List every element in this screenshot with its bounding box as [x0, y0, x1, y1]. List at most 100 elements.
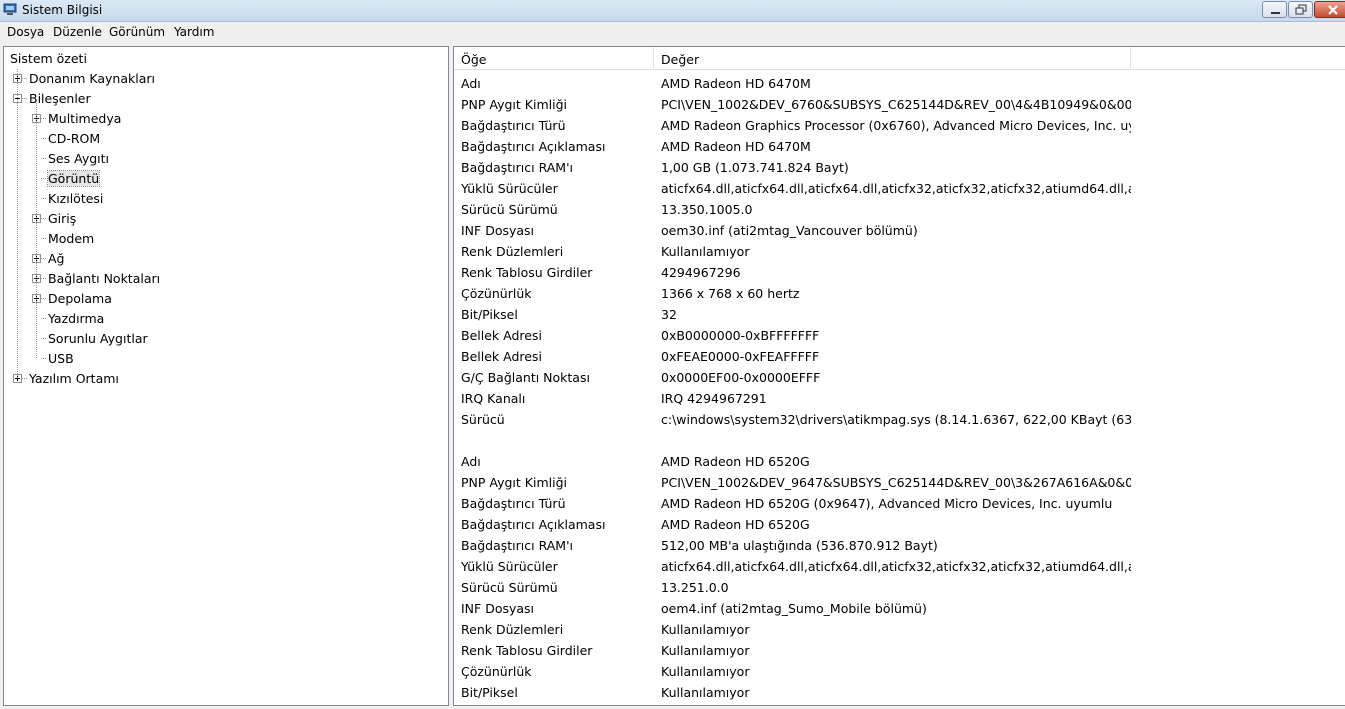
cell-value: 1366 x 768 x 60 hertz [661, 286, 800, 301]
table-row[interactable]: Bit/Piksel Kullanılamıyor [454, 682, 1344, 703]
cell-value: 0xFEAE0000-0xFEAFFFFF [661, 349, 820, 364]
tree-item-label: Sistem özeti [10, 51, 87, 66]
tree-item[interactable]: CD-ROM [4, 129, 444, 147]
cell-item: Bağdaştırıcı RAM'ı [461, 160, 574, 175]
cell-value: PCI\VEN_1002&DEV_9647&SUBSYS_C625144D&RE… [661, 475, 1131, 490]
cell-value: 4294967296 [661, 265, 741, 280]
table-row[interactable]: Çözünürlük 1366 x 768 x 60 hertz [454, 283, 1344, 304]
table-row[interactable]: Renk Düzlemleri Kullanılamıyor [454, 619, 1344, 640]
table-row[interactable]: Bağdaştırıcı Türü AMD Radeon HD 6520G (0x… [454, 493, 1344, 514]
table-row[interactable]: Bit/Piksel 32 [454, 304, 1344, 325]
cell-value: aticfx64.dll,aticfx64.dll,aticfx64.dll,a… [661, 559, 1131, 574]
table-row[interactable]: Bellek Adresi 0xB0000000-0xBFFFFFFF [454, 325, 1344, 346]
menu-file[interactable]: Dosya [7, 25, 44, 39]
cell-item: PNP Aygıt Kimliği [461, 97, 567, 112]
tree-connector-level1 [17, 69, 18, 378]
menu-bar: Dosya Düzenle Görünüm Yardım [0, 22, 1345, 42]
tree-item[interactable]: Kızılötesi [4, 189, 444, 207]
cell-item: Yüklü Sürücüler [461, 181, 558, 196]
title-bar: Sistem Bilgisi [0, 0, 1345, 22]
table-row[interactable]: Bağdaştırıcı RAM'ı 1,00 GB (1.073.741.824… [454, 157, 1344, 178]
tree-item-label: Ağ [48, 251, 65, 266]
table-row[interactable]: Bağdaştırıcı Türü AMD Radeon Graphics Pro… [454, 115, 1344, 136]
cell-item: Renk Tablosu Girdiler [461, 265, 593, 280]
cell-value: AMD Radeon HD 6520G [661, 454, 810, 469]
tree-item[interactable]: Ağ [4, 249, 444, 267]
table-row[interactable]: Yüklü Sürücüler aticfx64.dll,aticfx64.dll… [454, 556, 1344, 577]
table-row[interactable]: Bağdaştırıcı Açıklaması AMD Radeon HD 652… [454, 514, 1344, 535]
cell-value: oem30.inf (ati2mtag_Vancouver bölümü) [661, 223, 918, 238]
table-row[interactable]: Renk Tablosu Girdiler 4294967296 [454, 262, 1344, 283]
column-header-value[interactable]: Değer [654, 47, 1131, 70]
table-row[interactable]: PNP Aygıt Kimliği PCI\VEN_1002&DEV_6760&S… [454, 94, 1344, 115]
table-row[interactable]: Bağdaştırıcı RAM'ı 512,00 MB'a ulaştığınd… [454, 535, 1344, 556]
table-row[interactable]: IRQ Kanalı IRQ 4294967291 [454, 388, 1344, 409]
cell-item: Bellek Adresi [461, 349, 542, 364]
cell-value: AMD Radeon HD 6520G (0x9647), Advanced M… [661, 496, 1113, 511]
cell-item: Sürücü Sürümü [461, 202, 558, 217]
menu-view[interactable]: Görünüm [109, 25, 165, 39]
window-title: Sistem Bilgisi [22, 3, 103, 17]
table-row[interactable]: PNP Aygıt Kimliği PCI\VEN_1002&DEV_9647&S… [454, 472, 1344, 493]
tree-item-label: Yazılım Ortamı [29, 371, 119, 386]
cell-item: Sürücü [461, 412, 505, 427]
cell-item: INF Dosyası [461, 601, 535, 616]
cell-item: Çözünürlük [461, 664, 532, 679]
tree-item[interactable]: Giriş [4, 209, 444, 227]
table-row[interactable]: Sürücü Sürümü 13.350.1005.0 [454, 199, 1344, 220]
tree-item-label: Multimedya [48, 111, 122, 126]
close-icon [1328, 5, 1338, 15]
table-row[interactable]: Sürücü c:\windows\system32\drivers\atikmp… [454, 409, 1344, 430]
cell-item: Yüklü Sürücüler [461, 559, 558, 574]
table-row[interactable]: Adı AMD Radeon HD 6470M [454, 73, 1344, 94]
tree-item[interactable]: Depolama [4, 289, 444, 307]
cell-value: AMD Radeon HD 6470M [661, 76, 811, 91]
table-row[interactable]: Sürücü Sürümü 13.251.0.0 [454, 577, 1344, 598]
table-row[interactable]: Renk Düzlemleri Kullanılamıyor [454, 241, 1344, 262]
tree-item-label: Donanım Kaynakları [29, 71, 156, 86]
tree-item[interactable]: USB [4, 349, 444, 367]
table-row[interactable]: Yüklü Sürücüler aticfx64.dll,aticfx64.dll… [454, 178, 1344, 199]
minimize-button[interactable] [1262, 1, 1287, 18]
tree-item-label: Kızılötesi [48, 191, 104, 206]
restore-icon [1295, 4, 1307, 15]
tree-item[interactable]: Donanım Kaynakları [4, 69, 444, 87]
cell-value: 0x0000EF00-0x0000EFFF [661, 370, 821, 385]
table-row[interactable]: Çözünürlük Kullanılamıyor [454, 661, 1344, 682]
column-header-item[interactable]: Öğe [454, 47, 654, 70]
tree-item[interactable]: Multimedya [4, 109, 444, 127]
cell-item: Bağdaştırıcı Türü [461, 496, 566, 511]
table-row[interactable]: G/Ç Bağlantı Noktası 0x0000EF00-0x0000EFF… [454, 367, 1344, 388]
restore-button[interactable] [1288, 1, 1313, 18]
category-tree[interactable]: Sistem özeti Donanım Kaynakları Bileşenler… [3, 46, 449, 706]
table-row[interactable]: INF Dosyası oem4.inf (ati2mtag_Sumo_Mobil… [454, 598, 1344, 619]
cell-item: Çözünürlük [461, 286, 532, 301]
details-list[interactable]: Öğe Değer Adı AMD Radeon HD 6470M PNP Aygı… [453, 46, 1345, 706]
close-button[interactable] [1314, 1, 1345, 18]
tree-item[interactable]: Bağlantı Noktaları [4, 269, 444, 287]
cell-item: Bağdaştırıcı Açıklaması [461, 139, 606, 154]
tree-item[interactable]: Ses Aygıtı [4, 149, 444, 167]
cell-value: PCI\VEN_1002&DEV_6760&SUBSYS_C625144D&RE… [661, 97, 1131, 112]
table-row[interactable]: Bağdaştırıcı Açıklaması AMD Radeon HD 647… [454, 136, 1344, 157]
tree-item[interactable]: Sistem özeti [4, 49, 444, 67]
tree-item[interactable]: Görüntü [4, 169, 444, 187]
tree-item[interactable]: Modem [4, 229, 444, 247]
table-row[interactable] [454, 430, 1344, 451]
menu-edit[interactable]: Düzenle [53, 25, 102, 39]
tree-item[interactable]: Yazdırma [4, 309, 444, 327]
tree-item[interactable]: Yazılım Ortamı [4, 369, 444, 387]
tree-item[interactable]: Bileşenler [4, 89, 444, 107]
cell-value: Kullanılamıyor [661, 685, 750, 700]
menu-help[interactable]: Yardım [174, 25, 214, 39]
cell-item: G/Ç Bağlantı Noktası [461, 370, 590, 385]
cell-value: aticfx64.dll,aticfx64.dll,aticfx64.dll,a… [661, 181, 1131, 196]
cell-item: Bit/Piksel [461, 685, 518, 700]
cell-item: Adı [461, 76, 481, 91]
table-row[interactable]: INF Dosyası oem30.inf (ati2mtag_Vancouver… [454, 220, 1344, 241]
table-row[interactable]: Bellek Adresi 0xFEAE0000-0xFEAFFFFF [454, 346, 1344, 367]
tree-connector-level2 [36, 103, 37, 358]
table-row[interactable]: Adı AMD Radeon HD 6520G [454, 451, 1344, 472]
tree-item[interactable]: Sorunlu Aygıtlar [4, 329, 444, 347]
table-row[interactable]: Renk Tablosu Girdiler Kullanılamıyor [454, 640, 1344, 661]
